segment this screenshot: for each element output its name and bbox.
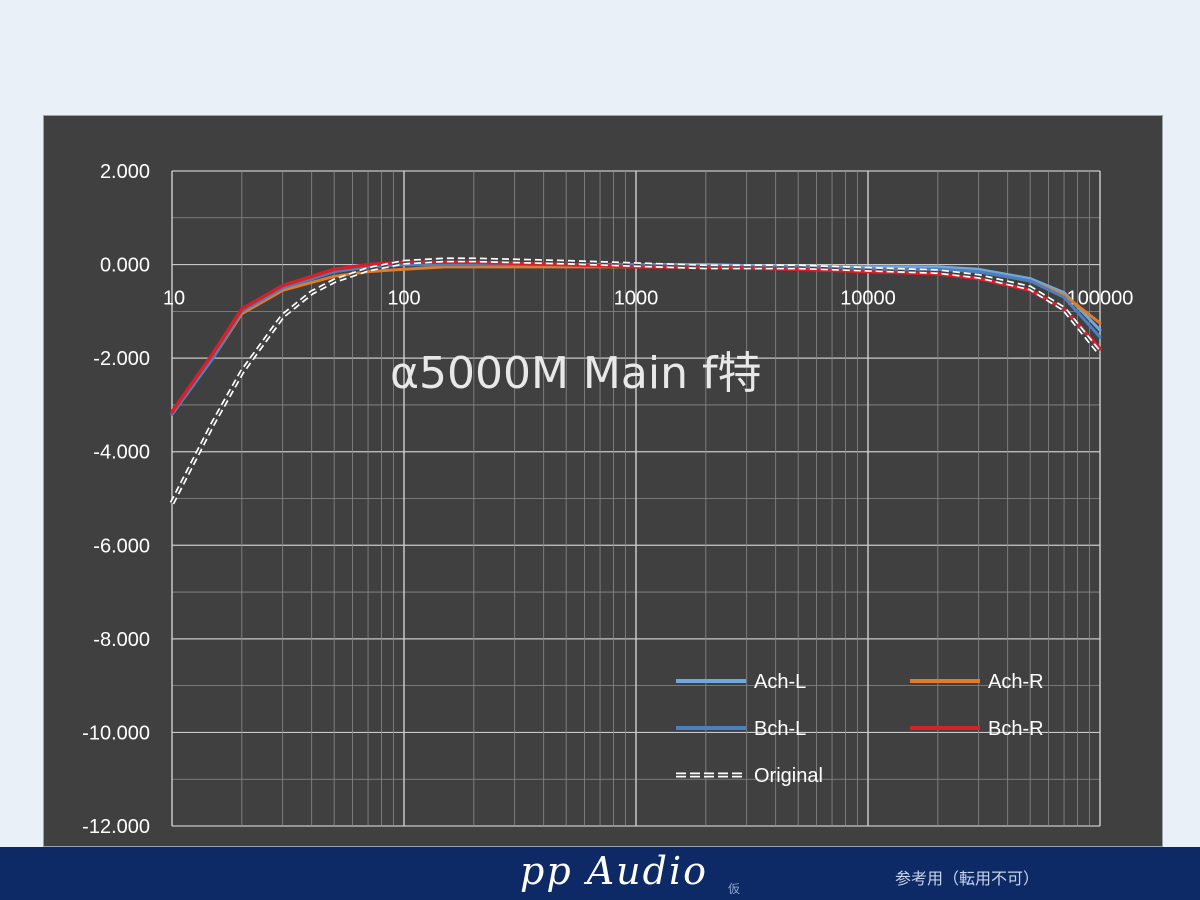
y-tick-label: 2.000 [100, 161, 150, 183]
y-tick-label: -4.000 [93, 442, 150, 464]
y-tick-label: -6.000 [93, 535, 150, 557]
legend-label: Bch-L [754, 718, 806, 740]
y-tick-label: -8.000 [93, 629, 150, 651]
brand-mark: 仮 [728, 882, 741, 896]
frequency-response-chart: 2.000 0.000 -2.000 -4.000 -6.000 -8.000 -10.00… [82, 161, 1133, 838]
footer-bar: pp Audio 仮 参考用（転用不可） [0, 847, 1200, 900]
y-tick-label: -10.000 [82, 722, 150, 744]
legend-label: Ach-R [988, 671, 1044, 693]
x-tick-label: 10 [163, 288, 185, 310]
chart-panel: 2.000 0.000 -2.000 -4.000 -6.000 -8.000 -10.00… [43, 115, 1163, 847]
usage-notice: 参考用（転用不可） [895, 869, 1040, 888]
y-tick-label: -2.000 [93, 348, 150, 370]
x-tick-label: 100 [387, 288, 420, 310]
legend-label: Ach-L [754, 671, 806, 693]
x-tick-label: 10000 [840, 288, 896, 310]
y-tick-label: 0.000 [100, 255, 150, 277]
legend-label: Bch-R [988, 718, 1044, 740]
brand-logo: pp Audio [520, 849, 709, 893]
legend-label: Original [754, 765, 823, 787]
x-tick-label: 1000 [614, 288, 659, 310]
y-tick-label: -12.000 [82, 816, 150, 838]
chart-title: α5000M Main f特 [390, 348, 761, 399]
